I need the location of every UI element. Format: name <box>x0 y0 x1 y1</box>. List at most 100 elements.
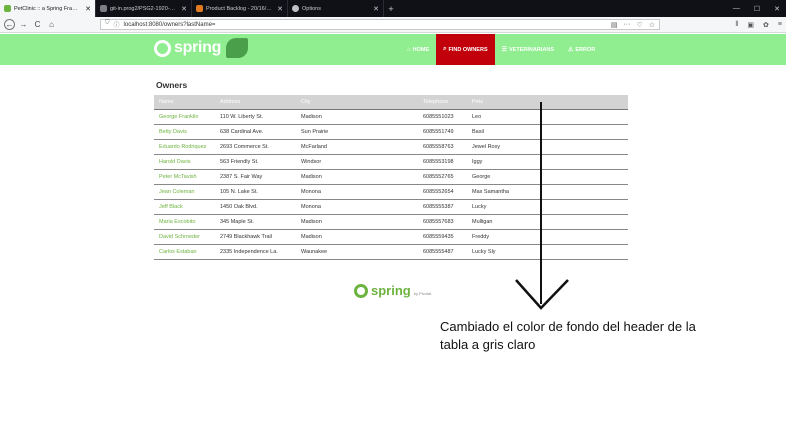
owner-telephone: 6085553198 <box>418 154 467 170</box>
owner-name-link[interactable]: Eduardo Rodriquez <box>154 139 215 155</box>
spring-leaf-icon <box>154 39 171 57</box>
table-row: Jean Coleman 105 N. Lake St. Monona 6085552… <box>154 184 628 200</box>
owner-city: Monona <box>296 199 418 215</box>
column-header-telephone[interactable]: Telephone <box>418 95 467 110</box>
owner-city: Madison <box>296 229 418 245</box>
owner-name-link[interactable]: Jean Coleman <box>154 184 215 200</box>
extension-icon[interactable]: ✿ <box>763 21 769 29</box>
owner-city: Sun Prairie <box>296 124 418 140</box>
owner-telephone: 6085555387 <box>418 199 467 215</box>
tab-title: git-in.prog2/PSG2-1920-G1-14 · ... <box>110 5 179 12</box>
browser-tab[interactable]: git-in.prog2/PSG2-1920-G1-14 · ... ✕ <box>96 0 192 17</box>
menu-veterinarians[interactable]: ☰ VETERINARIANS <box>495 34 561 65</box>
home-button[interactable]: ⌂ <box>46 19 57 30</box>
maximize-button[interactable]: ☐ <box>754 5 760 13</box>
pocket-icon[interactable]: ♡ <box>636 21 642 29</box>
column-header-name[interactable]: Name <box>154 95 215 110</box>
owner-pets: Jewel Rosy <box>467 139 628 155</box>
owner-address: 563 Friendly St. <box>215 154 296 170</box>
library-icon[interactable]: ⫴ <box>735 21 738 29</box>
table-row: Betty Davis 638 Cardinal Ave. Sun Prairie 6… <box>154 124 628 140</box>
column-header-pets[interactable]: Pets <box>467 95 628 110</box>
close-tab-icon[interactable]: ✕ <box>277 5 283 13</box>
menu-label: ERROR <box>575 46 596 53</box>
table-row: Harold Davis 563 Friendly St. Windsor 60855… <box>154 154 628 170</box>
owner-name-link[interactable]: Betty Davis <box>154 124 215 140</box>
owner-address: 105 N. Lake St. <box>215 184 296 200</box>
owner-address: 110 W. Liberty St. <box>215 109 296 125</box>
owner-pets: Iggy <box>467 154 628 170</box>
bookmark-star-icon[interactable]: ☆ <box>649 21 655 29</box>
owner-address: 345 Maple St. <box>215 214 296 230</box>
reader-view-icon[interactable]: ▤ <box>611 21 618 29</box>
owner-pets: Max Samantha <box>467 184 628 200</box>
owner-pets: Freddy <box>467 229 628 245</box>
sidebar-icon[interactable]: ▣ <box>747 21 754 29</box>
backlog-favicon-icon <box>196 5 203 12</box>
spring-leaf-icon <box>354 283 368 298</box>
footer-logo-text: spring <box>371 283 411 298</box>
browser-tab[interactable]: Product Backlog - 20/16/9-2019 ... ✕ <box>192 0 288 17</box>
owner-telephone: 6085559435 <box>418 229 467 245</box>
forward-button[interactable]: → <box>18 19 29 30</box>
tab-title: PetClinic :: a Spring Framework d <box>14 5 82 12</box>
owner-city: Madison <box>296 214 418 230</box>
url-text[interactable]: localhost:8080/owners?lastName= <box>124 22 611 28</box>
owner-name-link[interactable]: Peter McTavish <box>154 169 215 185</box>
owner-name-link[interactable]: David Schroeder <box>154 229 215 245</box>
menu-icon[interactable]: ≡ <box>778 21 782 29</box>
pet-leaf-icon <box>226 38 249 58</box>
owner-name-link[interactable]: Maria Escobito <box>154 214 215 230</box>
table-row: David Schroeder 2749 Blackhawk Trail Madis… <box>154 229 628 245</box>
page-actions-icon[interactable]: ··· <box>623 21 630 29</box>
browser-tab[interactable]: PetClinic :: a Spring Framework d ✕ <box>0 0 96 17</box>
url-bar[interactable]: ⛉ ⓘ localhost:8080/owners?lastName= ▤ ··… <box>100 19 660 30</box>
minimize-button[interactable]: — <box>733 5 740 12</box>
back-button[interactable]: ← <box>4 19 15 30</box>
owner-pets: Leo <box>467 109 628 125</box>
owner-name-link[interactable]: Harold Davis <box>154 154 215 170</box>
close-tab-icon[interactable]: ✕ <box>373 5 379 13</box>
owner-name-link[interactable]: Carlos Estaban <box>154 244 215 260</box>
annotation-note: Cambiado el color de fondo del header de… <box>440 319 696 352</box>
owner-telephone: 6085557683 <box>418 214 467 230</box>
shield-icon[interactable]: ⛉ <box>105 20 110 29</box>
owner-telephone: 6085558763 <box>418 139 467 155</box>
window-controls: — ☐ ✕ <box>733 0 780 17</box>
owner-pets: George <box>467 169 628 185</box>
owner-address: 638 Cardinal Ave. <box>215 124 296 140</box>
main-menu: ⌂ HOME ⌕ FIND OWNERS ☰ VETERINARIANS ⚠ E… <box>400 34 602 65</box>
close-tab-icon[interactable]: ✕ <box>85 5 91 13</box>
browser-tab[interactable]: Options ✕ <box>288 0 384 17</box>
owner-pets: Basil <box>467 124 628 140</box>
owners-table: Name Address City Telephone Pets George … <box>154 95 628 260</box>
new-tab-button[interactable]: + <box>384 0 398 17</box>
close-window-button[interactable]: ✕ <box>774 5 780 13</box>
menu-home[interactable]: ⌂ HOME <box>400 34 436 65</box>
close-tab-icon[interactable]: ✕ <box>181 5 187 13</box>
owner-address: 2335 Independence La. <box>215 244 296 260</box>
owner-address: 2693 Commerce St. <box>215 139 296 155</box>
owner-telephone: 6085551023 <box>418 109 467 125</box>
owner-name-link[interactable]: Jeff Black <box>154 199 215 215</box>
owner-pets: Lucky Sly <box>467 244 628 260</box>
column-header-address[interactable]: Address <box>215 95 296 110</box>
owner-pets: Lucky <box>467 199 628 215</box>
reload-button[interactable]: C <box>32 19 43 30</box>
owner-telephone: 6085555487 <box>418 244 467 260</box>
info-icon[interactable]: ⓘ <box>114 20 120 29</box>
owner-telephone: 6085551749 <box>418 124 467 140</box>
menu-label: FIND OWNERS <box>448 46 488 53</box>
app-header: spring ⌂ HOME ⌕ FIND OWNERS ☰ VETERINARI… <box>0 34 786 65</box>
tab-title: Options <box>302 5 321 12</box>
search-icon: ⌕ <box>443 46 447 52</box>
footer-by-text: by Pivotal. <box>413 291 433 296</box>
spring-logo[interactable]: spring <box>154 38 249 58</box>
annotation-arrow-head-icon <box>515 279 569 310</box>
table-row: Maria Escobito 345 Maple St. Madison 608555… <box>154 214 628 230</box>
owner-name-link[interactable]: George Franklin <box>154 109 215 125</box>
column-header-city[interactable]: City <box>296 95 418 110</box>
menu-error[interactable]: ⚠ ERROR <box>561 34 602 65</box>
footer-spring-logo: spring by Pivotal. <box>354 283 432 298</box>
menu-find-owners[interactable]: ⌕ FIND OWNERS <box>436 34 495 65</box>
